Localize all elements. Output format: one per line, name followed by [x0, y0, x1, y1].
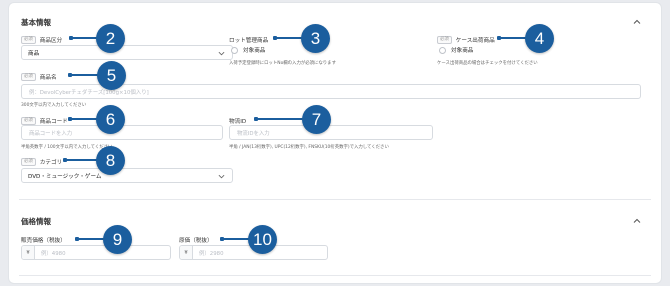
callout-line	[66, 159, 97, 161]
category-value: DVD・ミュージック・ゲーム	[28, 173, 102, 180]
category-label-text: カテゴリ	[39, 160, 63, 166]
required-tag: 必須	[21, 117, 36, 125]
callout-badge-6: 6	[96, 105, 125, 134]
callout-badge-3: 3	[301, 24, 330, 53]
product-code-label-text: 商品コード	[39, 119, 68, 125]
case-shipping-checkbox-label: 対象商品	[451, 48, 474, 54]
callout-line	[72, 37, 97, 39]
callout-badge-10: 10	[248, 225, 277, 254]
product-name-hint: 300文字以内で入力してください	[21, 103, 87, 108]
product-category-value: 商品	[28, 50, 40, 57]
product-category-label-text: 商品区分	[39, 38, 63, 44]
required-tag: 必須	[21, 36, 36, 44]
callout-line	[71, 74, 98, 76]
callout-badge-7: 7	[302, 105, 331, 134]
chevron-down-icon	[218, 50, 225, 57]
callout-line	[257, 118, 303, 120]
chevron-up-icon[interactable]	[633, 217, 641, 225]
product-name-label: 必須 商品名	[21, 73, 57, 81]
category-select[interactable]: DVD・ミュージック・ゲーム	[21, 168, 233, 183]
category-label: 必須 カテゴリ	[21, 158, 62, 166]
callout-badge-9: 9	[103, 225, 132, 254]
callout-line	[78, 238, 104, 240]
required-tag: 必須	[21, 158, 36, 166]
product-name-label-text: 商品名	[39, 75, 57, 81]
sale-price-placeholder: 例）4980	[41, 250, 66, 257]
lot-managed-checkbox-label: 対象商品	[243, 48, 266, 54]
logistics-id-placeholder: 物流IDを入力	[237, 130, 270, 137]
chevron-down-icon	[218, 173, 225, 180]
callout-line	[276, 37, 302, 39]
lot-managed-checkbox[interactable]: 対象商品	[231, 46, 265, 54]
cost-price-placeholder: 例）2980	[199, 250, 224, 257]
case-shipping-label: 必須 ケース出荷商品	[437, 36, 495, 44]
callout-line	[223, 238, 249, 240]
checkbox-icon	[439, 46, 446, 54]
product-category-label: 必須 商品区分	[21, 36, 62, 44]
product-category-select[interactable]: 商品	[21, 45, 233, 60]
required-tag: 必須	[21, 73, 36, 81]
product-code-placeholder: 商品コードを入力	[29, 130, 73, 137]
logistics-id-input[interactable]: 物流IDを入力	[229, 125, 433, 140]
callout-line	[500, 37, 526, 39]
callout-badge-5: 5	[97, 61, 126, 90]
logistics-id-hint: 半角 / JAN(13桁数字), UPC(12桁数字), FNSKU(10桁英数…	[229, 145, 389, 150]
case-shipping-checkbox[interactable]: 対象商品	[439, 46, 473, 54]
sale-price-input[interactable]: ¥ 例）4980	[21, 245, 171, 260]
case-shipping-label-text: ケース出荷商品	[455, 38, 495, 44]
product-code-hint: 半角英数字 / 100文字以内で入力してください	[21, 145, 113, 150]
yen-icon: ¥	[22, 246, 35, 259]
callout-badge-4: 4	[525, 24, 554, 53]
section-divider	[19, 275, 651, 276]
basic-section-title: 基本情報	[21, 18, 51, 27]
checkbox-icon	[231, 46, 238, 54]
yen-icon: ¥	[180, 246, 193, 259]
lot-managed-hint: 入荷予定登録時にロットNo欄の入力が必須になります	[229, 61, 336, 66]
case-shipping-hint: ケース出荷商品の場合はチェックを付けてください	[437, 61, 538, 66]
product-name-placeholder: 例：DevolCyberチェダチーズ[100g×10個入り]	[29, 89, 149, 96]
logistics-id-label: 物流ID	[229, 119, 247, 125]
cost-price-label: 原価（税抜）	[179, 238, 213, 244]
sale-price-label: 販売価格（税抜）	[21, 238, 66, 244]
lot-managed-label: ロット管理商品	[229, 38, 269, 44]
price-section-title: 価格情報	[21, 217, 51, 226]
callout-badge-8: 8	[96, 146, 125, 175]
chevron-up-icon[interactable]	[633, 18, 641, 26]
required-tag: 必須	[437, 36, 452, 44]
callout-badge-2: 2	[96, 24, 125, 53]
product-code-label: 必須 商品コード	[21, 117, 68, 125]
callout-line	[71, 118, 97, 120]
section-divider	[19, 199, 651, 200]
